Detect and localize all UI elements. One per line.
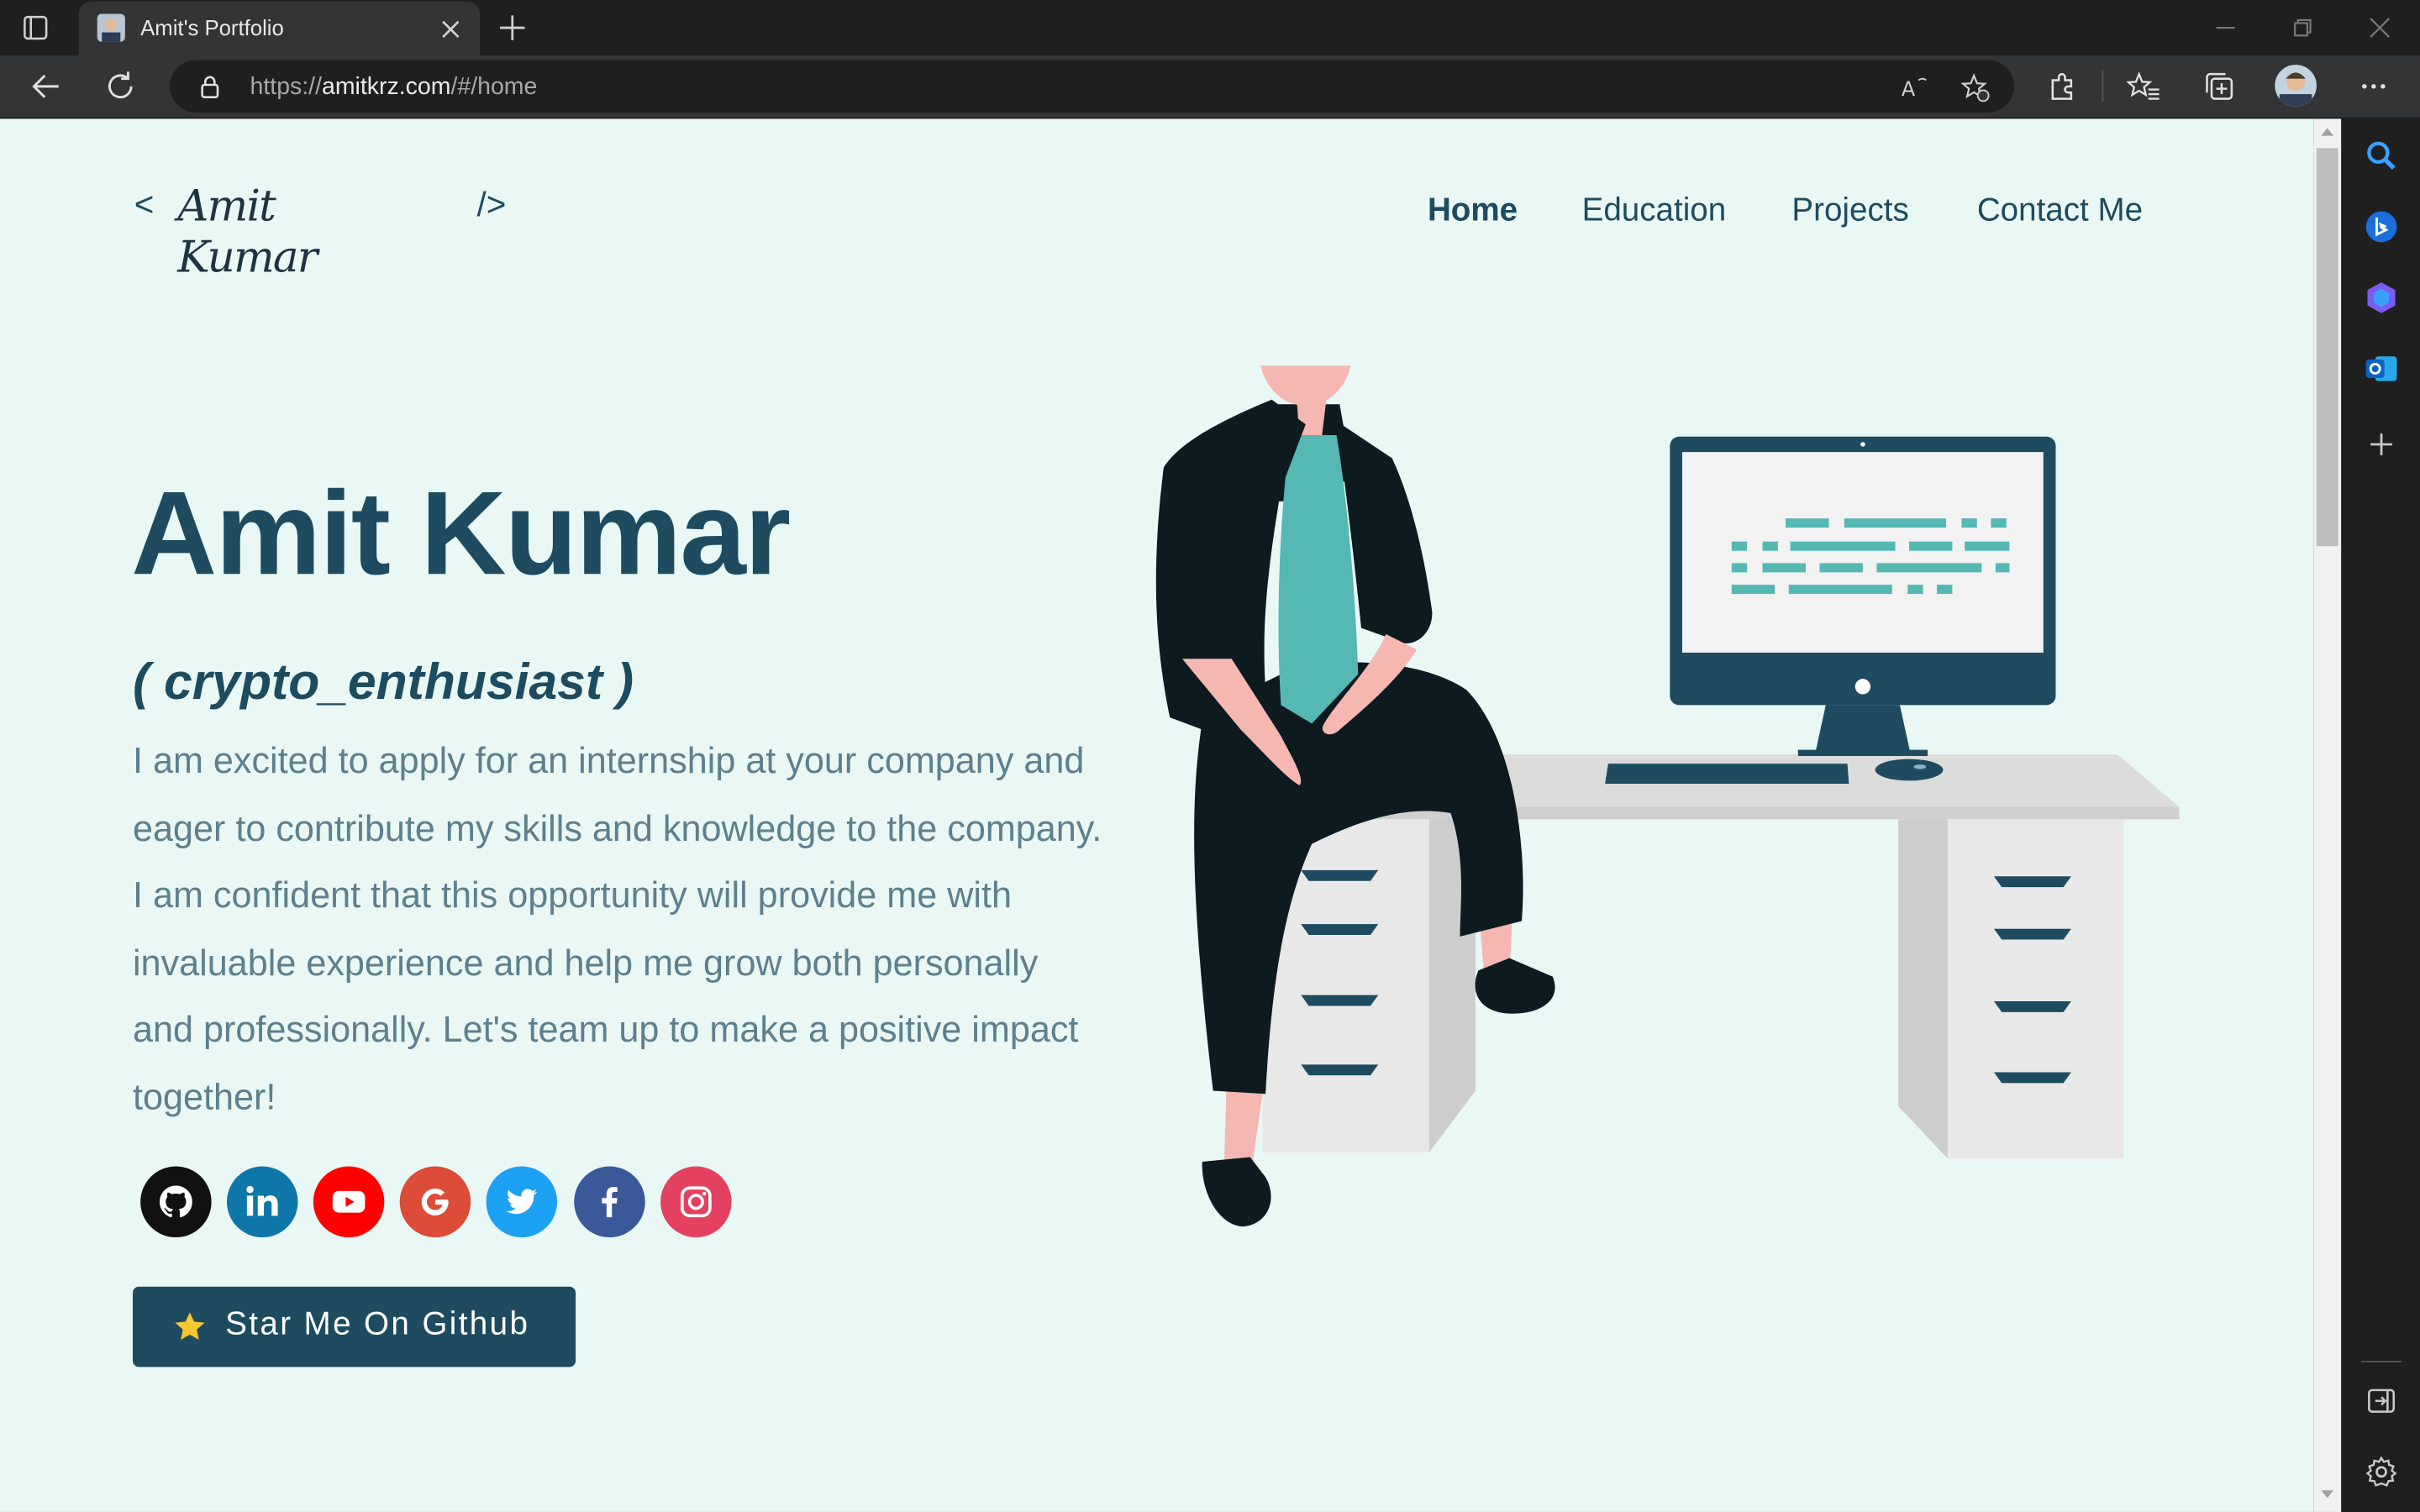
copilot-icon[interactable] [2363, 279, 2400, 316]
twitter-link[interactable] [486, 1166, 558, 1238]
search-icon[interactable] [2363, 137, 2400, 174]
more-options-icon[interactable] [2357, 70, 2391, 103]
scroll-up-icon[interactable] [2320, 125, 2335, 138]
tab-actions-icon[interactable] [15, 8, 55, 48]
read-aloud-icon[interactable]: A [1898, 72, 1929, 103]
youtube-icon [332, 1190, 366, 1213]
instagram-icon [680, 1186, 712, 1218]
favicon-icon [97, 13, 125, 42]
url-path: /#/home [450, 74, 538, 101]
add-favorite-icon[interactable] [1960, 72, 1991, 103]
collections-icon[interactable] [2202, 70, 2236, 103]
restore-icon[interactable] [2287, 13, 2318, 44]
new-tab-icon[interactable] [494, 9, 531, 46]
logo-signature: Amit Kumar [177, 180, 318, 283]
nav-contact-me[interactable]: Contact Me [1977, 193, 2143, 230]
back-icon[interactable] [28, 68, 65, 105]
google-link[interactable] [399, 1166, 471, 1238]
browser-sidebar [2341, 118, 2420, 1512]
facebook-icon [602, 1186, 618, 1218]
mouse [1875, 759, 1944, 781]
instagram-link[interactable] [660, 1166, 732, 1238]
toolbar-divider [2102, 71, 2104, 102]
logo-close-bracket: /> [476, 185, 507, 224]
hero-subtitle: ( crypto_enthusiast ) [132, 652, 634, 710]
youtube-link[interactable] [313, 1166, 385, 1238]
right-drawer-cabinet [1947, 819, 2124, 1159]
scroll-down-icon[interactable] [2320, 1488, 2335, 1501]
star-icon [175, 1312, 205, 1340]
bing-chat-icon[interactable] [2363, 208, 2400, 245]
profile-avatar[interactable] [2275, 65, 2317, 107]
refresh-icon[interactable] [102, 68, 139, 105]
address-bar-row: https://amitkrz.com/#/home A [0, 55, 2420, 118]
twitter-icon [506, 1189, 538, 1215]
lock-icon[interactable] [197, 74, 222, 98]
url-field[interactable]: https://amitkrz.com/#/home A [170, 60, 2014, 113]
google-icon [421, 1189, 449, 1215]
close-window-icon[interactable] [2365, 13, 2396, 44]
webpage: < Amit Kumar /> Home Education Projects … [0, 118, 2314, 1512]
nav-education[interactable]: Education [1582, 193, 1727, 230]
url-host: amitkrz.com [322, 74, 451, 101]
sidebar-divider [2361, 1360, 2402, 1362]
scrollbar-thumb[interactable] [2316, 148, 2338, 547]
favorites-icon[interactable] [2126, 70, 2160, 103]
url-text[interactable]: https://amitkrz.com/#/home [250, 74, 538, 102]
tab-bar: Amit's Portfolio [0, 0, 2420, 56]
extensions-icon[interactable] [2045, 70, 2079, 103]
outlook-icon[interactable] [2363, 350, 2400, 387]
hero-name: Amit Kumar [131, 467, 791, 601]
add-icon[interactable] [2363, 426, 2400, 463]
settings-gear-icon[interactable] [2363, 1453, 2400, 1490]
star-on-github-button[interactable]: Star Me On Github [132, 1286, 576, 1368]
minimize-icon[interactable] [2210, 13, 2241, 44]
hero-description: I am excited to apply for an internship … [132, 740, 1102, 1117]
nav-projects[interactable]: Projects [1791, 193, 1908, 230]
star-button-label: Star Me On Github [225, 1306, 530, 1342]
linkedin-link[interactable] [226, 1166, 298, 1238]
github-link[interactable] [140, 1166, 212, 1238]
nav-home[interactable]: Home [1428, 193, 1518, 230]
hero-illustration [1155, 365, 2180, 1227]
github-icon [159, 1185, 192, 1218]
facebook-link[interactable] [574, 1166, 645, 1238]
url-scheme: https:// [250, 74, 323, 101]
logo-open-bracket: < [134, 185, 155, 224]
close-tab-icon[interactable] [437, 15, 465, 43]
keyboard [1605, 764, 1849, 785]
hide-sidebar-icon[interactable] [2363, 1383, 2400, 1420]
browser-tab[interactable]: Amit's Portfolio [78, 1, 481, 56]
svg-text:A: A [1902, 77, 1916, 101]
tab-title: Amit's Portfolio [140, 15, 284, 40]
linkedin-icon [246, 1185, 278, 1216]
